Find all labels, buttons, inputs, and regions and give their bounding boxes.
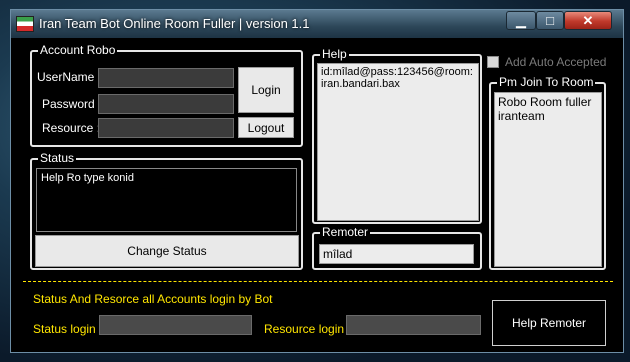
account-group: Account Robo UserName : Password : Resou… [30,43,303,147]
close-button[interactable]: ✕ [564,11,612,30]
resource-login-field[interactable] [346,315,481,335]
status-textbox[interactable]: Help Ro type konid [36,168,297,232]
password-field[interactable] [98,94,234,114]
bottom-caption: Status And Resorce all Accounts login by… [33,292,273,306]
password-label: Password : [42,97,102,111]
remoter-legend: Remoter [320,225,371,239]
maximize-button[interactable]: □ [536,11,564,30]
pm-join-textbox[interactable]: Robo Room fuller iranteam [494,92,602,267]
resource-label: Resource : [42,121,101,135]
pm-join-legend: Pm Join To Room [497,75,596,89]
pm-join-group: Pm Join To Room Robo Room fuller irantea… [489,75,606,270]
help-remoter-label: Help Remoter [511,316,587,330]
minimize-button[interactable]: ▁ [506,11,536,30]
username-field[interactable] [98,68,234,88]
remoter-field[interactable]: mîlad [319,244,474,264]
status-login-field[interactable] [99,315,252,335]
help-remoter-button[interactable]: Help Remoter [492,300,606,346]
auto-accept-label[interactable]: Add Auto Accepted [505,55,606,69]
auto-accept-checkbox[interactable] [487,56,499,68]
app-flag-icon [16,16,34,32]
login-button[interactable]: Login [238,67,294,113]
resource-field[interactable] [98,118,234,138]
help-legend: Help [320,47,349,61]
status-login-label: Status login : [33,322,103,336]
app-window: Iran Team Bot Online Room Fuller | versi… [10,9,624,353]
bottom-panel: Status And Resorce all Accounts login by… [23,281,613,350]
status-group: Status Help Ro type konid Change Status [30,151,303,270]
account-legend: Account Robo [38,43,118,57]
username-label: UserName : [37,70,102,84]
resource-login-label: Resource login : [264,322,351,336]
remoter-group: Remoter mîlad [312,225,482,270]
window-title: Iran Team Bot Online Room Fuller | versi… [39,16,310,31]
logout-button[interactable]: Logout [238,117,294,138]
help-textbox[interactable]: id:mîlad@pass:123456@room:iran.bandari.b… [317,63,479,221]
help-group: Help id:mîlad@pass:123456@room:iran.band… [312,47,482,224]
change-status-button[interactable]: Change Status [35,235,299,267]
title-bar[interactable]: Iran Team Bot Online Room Fuller | versi… [11,10,623,38]
status-legend: Status [38,151,77,165]
